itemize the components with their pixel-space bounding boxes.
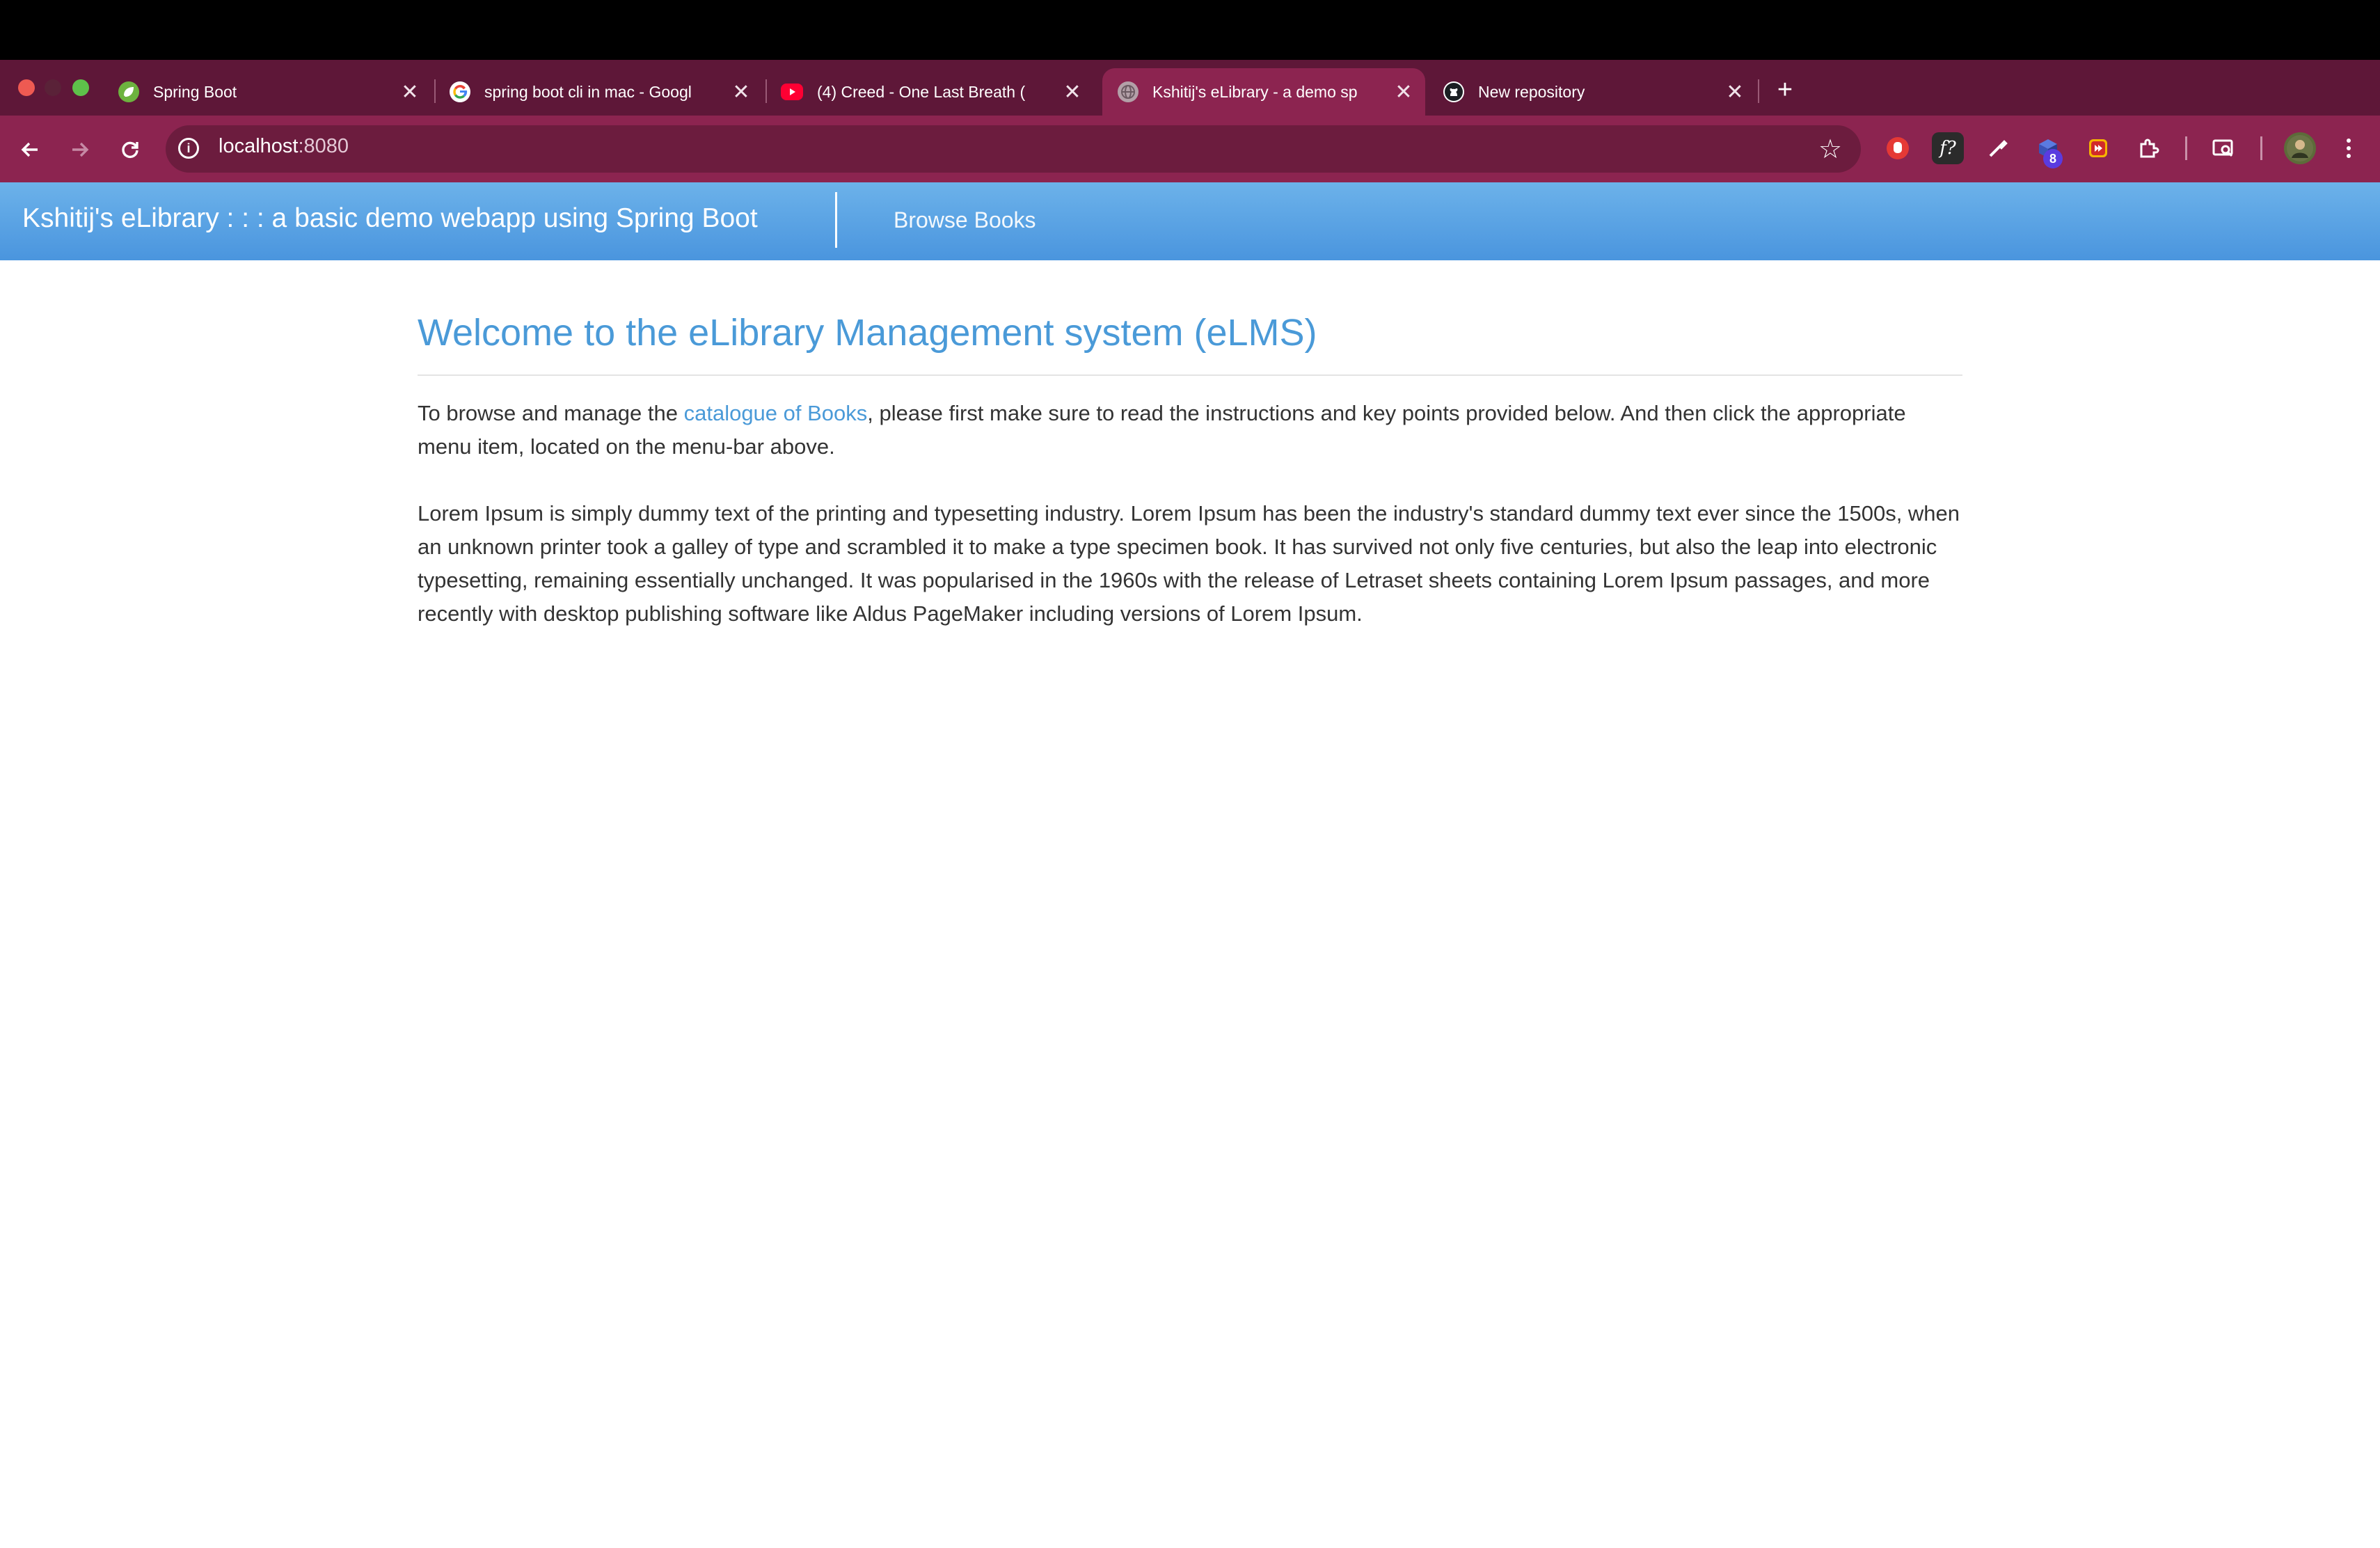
app-brand[interactable]: Kshitij's eLibrary : : : a basic demo we… (22, 203, 758, 234)
lorem-paragraph: Lorem Ipsum is simply dummy text of the … (418, 501, 1960, 626)
globe-icon (1118, 81, 1139, 102)
close-tab-icon[interactable]: ✕ (398, 80, 422, 104)
font-extension-icon[interactable]: f? (1932, 132, 1964, 164)
window-close-button[interactable] (18, 79, 35, 96)
new-tab-button[interactable]: + (1768, 72, 1802, 107)
spring-icon (118, 81, 139, 102)
color-picker-extension-icon[interactable] (1982, 132, 2014, 164)
toolbar-separator (2185, 136, 2187, 160)
tab-youtube[interactable]: (4) Creed - One Last Breath ( ✕ (765, 68, 1094, 116)
catalogue-link[interactable]: catalogue of Books (684, 401, 868, 425)
url-port: :8080 (298, 135, 349, 157)
tab-title: (4) Creed - One Last Breath ( (817, 82, 1026, 101)
intro-paragraph: To browse and manage the catalogue of Bo… (418, 397, 1962, 464)
tab-github-new-repo[interactable]: New repository ✕ (1428, 68, 1756, 116)
tab-elibrary[interactable]: Kshitij's eLibrary - a demo sp ✕ (1102, 68, 1425, 116)
site-info-icon[interactable]: i (178, 138, 199, 159)
browser-menu-icon[interactable] (2333, 132, 2365, 164)
extensions-puzzle-icon[interactable] (2132, 132, 2164, 164)
main-content: Welcome to the eLibrary Management syste… (418, 306, 1962, 664)
tab-title: Kshitij's eLibrary - a demo sp (1152, 82, 1358, 101)
tab-search-icon[interactable] (2207, 132, 2239, 164)
reload-icon[interactable] (113, 132, 148, 167)
close-tab-icon[interactable]: ✕ (729, 80, 753, 104)
extension-badge: 8 (2043, 149, 2063, 168)
forward-arrow-icon[interactable] (63, 132, 97, 167)
url-text[interactable]: localhost:8080 (219, 135, 349, 158)
tab-title: New repository (1478, 82, 1585, 101)
bookmark-star-icon[interactable]: ☆ (1814, 132, 1847, 166)
stop-hand-extension-icon[interactable] (1882, 132, 1914, 164)
heading-divider (418, 374, 1962, 376)
address-bar[interactable] (166, 125, 1861, 173)
media-extension-icon[interactable] (2082, 132, 2114, 164)
close-tab-icon[interactable]: ✕ (1061, 80, 1084, 104)
window-zoom-button[interactable] (72, 79, 89, 96)
youtube-icon (781, 84, 803, 100)
google-icon (450, 81, 470, 102)
page-title: Welcome to the eLibrary Management syste… (418, 312, 1317, 354)
toolbar-separator (2260, 136, 2262, 160)
macos-menu-strip (0, 0, 2380, 60)
tab-title: spring boot cli in mac - Googl (484, 82, 692, 101)
window-minimize-button[interactable] (45, 79, 61, 96)
browse-books-link[interactable]: Browse Books (894, 207, 1036, 233)
close-tab-icon[interactable]: ✕ (1723, 80, 1747, 104)
close-tab-icon[interactable]: ✕ (1392, 80, 1415, 104)
intro-text-before: To browse and manage the (418, 401, 684, 425)
url-host: localhost (219, 135, 299, 157)
tab-google-search[interactable]: spring boot cli in mac - Googl ✕ (434, 68, 763, 116)
tab-spring-boot[interactable]: Spring Boot ✕ (103, 68, 431, 116)
tab-separator (1758, 79, 1759, 103)
navbar-divider (835, 192, 837, 248)
tab-title: Spring Boot (153, 82, 237, 101)
github-icon (1443, 81, 1464, 102)
profile-avatar[interactable] (2284, 132, 2316, 164)
back-arrow-icon[interactable] (13, 132, 47, 167)
